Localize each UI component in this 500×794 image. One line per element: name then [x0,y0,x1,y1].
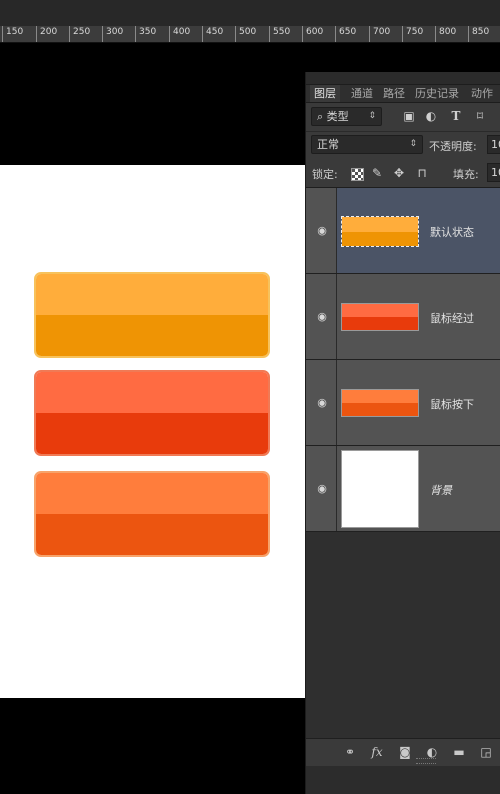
button-default-state[interactable] [34,272,270,358]
ruler-tick: 850 [468,26,489,42]
add-mask-icon[interactable]: ◙ [397,744,413,760]
layer-thumbnail [341,450,419,528]
new-layer-icon[interactable]: ◲ [478,744,494,760]
lock-all-icon[interactable]: ⊓ [415,166,429,180]
eye-icon[interactable]: ◉ [316,225,328,237]
blend-row: 正常 ⇕ 不透明度: 100% [306,132,500,158]
layer-filter-row: ⌕ 类型 ⇕ ▣ ◐ T ⌑ [306,103,500,132]
eye-icon[interactable]: ◉ [316,483,328,495]
opacity-label: 不透明度: [429,140,477,153]
image-filter-icon[interactable]: ▣ [402,109,416,123]
horizontal-ruler: 150 200 250 300 350 400 450 500 550 600 … [0,26,500,43]
lock-image-pixels-icon[interactable]: ✎ [370,166,384,180]
opacity-input[interactable]: 100% [487,135,500,154]
ruler-tick: 550 [269,26,290,42]
layer-list: ◉ 默认状态 ◉ 鼠标经过 ◉ 鼠标按下 ◉ 背景 [306,188,500,738]
visibility-cell[interactable]: ◉ [306,274,337,359]
tab-layers[interactable]: 图层 [310,85,340,102]
tab-paths[interactable]: 路径 [383,85,405,102]
layers-bottom-bar: ⚭ fx ◙ ◐ ▬ ◲ [306,738,500,767]
layer-row-background[interactable]: ◉ 背景 [306,446,500,532]
layer-thumbnail [341,303,419,331]
visibility-cell[interactable]: ◉ [306,360,337,445]
ruler-tick: 700 [369,26,390,42]
fill-label: 填充: [453,168,479,181]
ruler-tick: 300 [102,26,123,42]
lock-transparent-pixels-icon[interactable] [351,168,364,181]
ruler-tick: 250 [69,26,90,42]
ruler-tick: 650 [335,26,356,42]
tab-actions[interactable]: 动作 [471,85,493,102]
ruler-tick: 150 [2,26,23,42]
fx-icon[interactable]: fx [369,744,385,760]
layer-thumbnail [341,216,419,247]
ruler-tick: 750 [402,26,423,42]
fill-input[interactable]: 100% [487,163,500,182]
layer-row-hover[interactable]: ◉ 鼠标经过 [306,274,500,360]
document-canvas[interactable] [0,165,306,698]
updown-arrow-icon: ⇕ [409,139,417,149]
adjustment-filter-icon[interactable]: ◐ [424,109,438,123]
blend-mode-value: 正常 [317,138,339,151]
ruler-tick: 500 [235,26,256,42]
layer-thumbnail [341,389,419,417]
lock-label: 锁定: [312,168,338,181]
new-group-icon[interactable]: ▬ [451,744,467,760]
options-bar [0,0,500,27]
layer-row-default[interactable]: ◉ 默认状态 [306,188,500,274]
visibility-cell[interactable]: ◉ [306,446,337,531]
layer-row-pressed[interactable]: ◉ 鼠标按下 [306,360,500,446]
filter-kind-select[interactable]: ⌕ 类型 ⇕ [311,107,382,126]
ruler-tick: 350 [135,26,156,42]
layer-name[interactable]: 背景 [430,482,452,498]
ruler-tick: 600 [302,26,323,42]
link-layers-icon[interactable]: ⚭ [342,744,358,760]
shape-filter-icon[interactable]: ⌑ [473,109,487,123]
button-hover-state[interactable] [34,370,270,456]
layer-name[interactable]: 鼠标按下 [430,396,474,412]
layer-name[interactable]: 默认状态 [430,224,474,240]
layers-panel: 图层 通道 路径 历史记录 动作 ⌕ 类型 ⇕ ▣ ◐ T ⌑ 正常 ⇕ 不透明… [305,72,500,794]
ruler-tick: 400 [169,26,190,42]
panel-footer [306,766,500,794]
button-pressed-state[interactable] [34,471,270,557]
search-icon: ⌕ [317,110,324,123]
lock-position-icon[interactable]: ✥ [392,166,406,180]
updown-arrow-icon: ⇕ [368,111,376,121]
tab-history[interactable]: 历史记录 [415,85,459,102]
tab-channels[interactable]: 通道 [351,85,373,102]
visibility-cell[interactable]: ◉ [306,188,337,273]
text-filter-icon[interactable]: T [449,109,463,123]
lock-row: 锁定: ✎ ✥ ⊓ 填充: 100% [306,159,500,188]
ruler-tick: 200 [36,26,57,42]
eye-icon[interactable]: ◉ [316,311,328,323]
ruler-tick: 800 [435,26,456,42]
panel-header[interactable] [306,72,500,85]
panel-resize-grip[interactable] [416,758,436,764]
eye-icon[interactable]: ◉ [316,397,328,409]
ruler-tick: 450 [202,26,223,42]
filter-kind-label: 类型 [326,110,349,123]
panel-tabs: 图层 通道 路径 历史记录 动作 [306,85,500,103]
blend-mode-select[interactable]: 正常 ⇕ [311,135,423,154]
layer-name[interactable]: 鼠标经过 [430,310,474,326]
